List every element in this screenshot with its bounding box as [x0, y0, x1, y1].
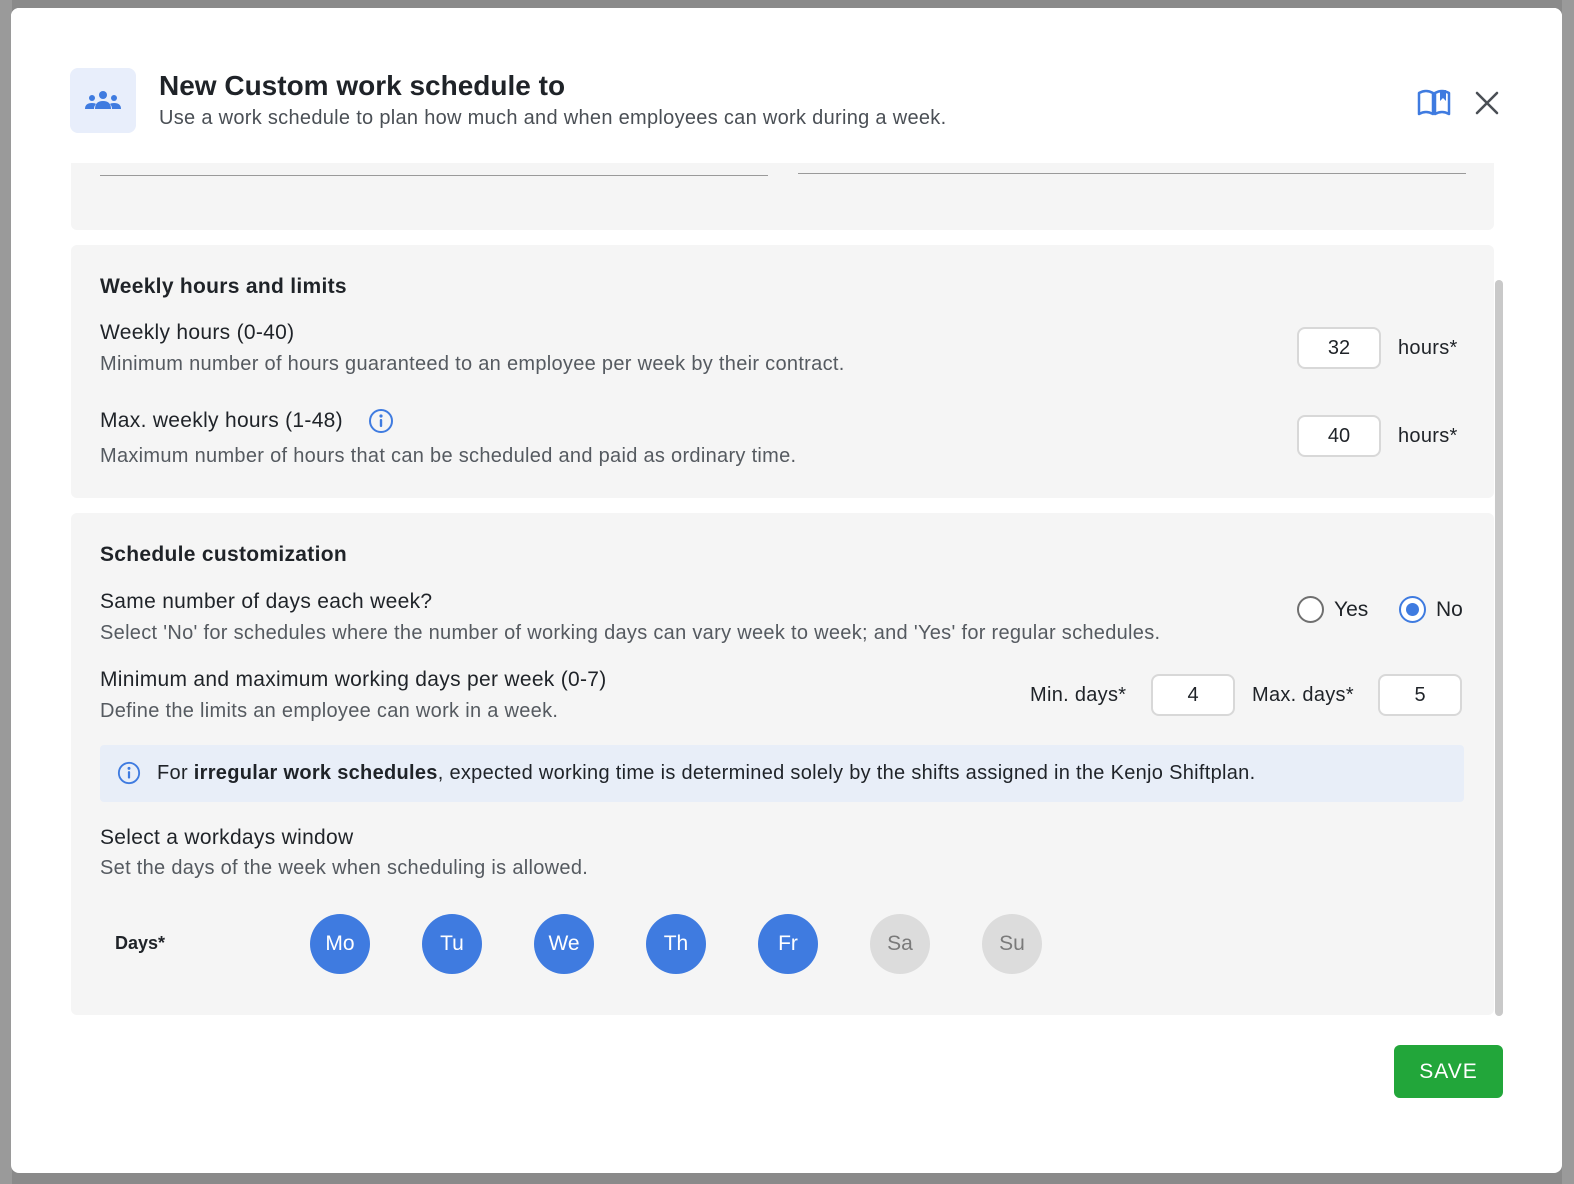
dialog-header: New Custom work schedule to Use a work s…: [11, 8, 1562, 163]
radio-no[interactable]: No: [1399, 596, 1463, 623]
weekly-hours-unit: hours*: [1398, 337, 1458, 359]
day-toggle-sa[interactable]: Sa: [870, 914, 930, 974]
max-days-input[interactable]: [1378, 674, 1462, 716]
day-toggle-su[interactable]: Su: [982, 914, 1042, 974]
minmax-description: Define the limits an employee can work i…: [100, 700, 559, 722]
input-underline: [798, 173, 1466, 174]
notice-text: For irregular work schedules, expected w…: [157, 762, 1255, 785]
same-days-description: Select 'No' for schedules where the numb…: [100, 622, 1161, 644]
input-underline: [100, 175, 768, 176]
radio-yes[interactable]: Yes: [1297, 596, 1368, 623]
notice-prefix: For: [157, 762, 194, 784]
min-days-input[interactable]: [1151, 674, 1235, 716]
weekly-hours-input[interactable]: [1297, 327, 1381, 369]
radio-yes-label: Yes: [1334, 597, 1369, 621]
dialog-title: New Custom work schedule to: [159, 70, 566, 101]
workdays-window-label: Select a workdays window: [100, 826, 354, 849]
people-group-icon: [70, 68, 136, 133]
irregular-schedule-notice: For irregular work schedules, expected w…: [100, 745, 1464, 802]
schedule-customization-card: Schedule customization Same number of da…: [71, 513, 1494, 1015]
weekly-hours-label: Weekly hours (0-40): [100, 321, 295, 344]
info-icon[interactable]: [368, 408, 394, 439]
minmax-label: Minimum and maximum working days per wee…: [100, 668, 607, 691]
weekly-hours-card: Weekly hours and limits Weekly hours (0-…: [71, 245, 1494, 498]
notice-bold: irregular work schedules: [193, 762, 438, 784]
book-open-icon[interactable]: [1416, 86, 1452, 118]
radio-no-circle[interactable]: [1399, 596, 1426, 623]
day-toggle-tu[interactable]: Tu: [422, 914, 482, 974]
day-toggle-we[interactable]: We: [534, 914, 594, 974]
dialog-subtitle: Use a work schedule to plan how much and…: [159, 107, 947, 129]
max-hours-description: Maximum number of hours that can be sche…: [100, 445, 797, 467]
day-toggle-mo[interactable]: Mo: [310, 914, 370, 974]
max-hours-unit: hours*: [1398, 425, 1458, 447]
same-days-label: Same number of days each week?: [100, 590, 433, 613]
schedule-section-title: Schedule customization: [100, 543, 347, 566]
weekly-section-title: Weekly hours and limits: [100, 275, 347, 298]
close-icon[interactable]: [1470, 86, 1504, 120]
max-hours-label: Max. weekly hours (1-48): [100, 409, 343, 432]
min-days-label: Min. days*: [1030, 684, 1127, 706]
day-toggle-fr[interactable]: Fr: [758, 914, 818, 974]
day-toggle-th[interactable]: Th: [646, 914, 706, 974]
notice-suffix: , expected working time is determined so…: [437, 762, 1256, 784]
info-icon: [117, 761, 141, 790]
weekly-hours-description: Minimum number of hours guaranteed to an…: [100, 353, 845, 375]
max-days-label: Max. days*: [1252, 684, 1354, 706]
radio-yes-circle[interactable]: [1297, 596, 1324, 623]
max-hours-input[interactable]: [1297, 415, 1381, 457]
save-button[interactable]: SAVE: [1394, 1045, 1503, 1098]
work-schedule-dialog: New Custom work schedule to Use a work s…: [11, 8, 1562, 1173]
backdrop-right: [1562, 0, 1574, 1184]
radio-no-label: No: [1436, 597, 1463, 621]
workdays-window-description: Set the days of the week when scheduling…: [100, 857, 589, 879]
days-label: Days*: [115, 933, 166, 953]
scrollbar[interactable]: [1495, 280, 1503, 1016]
